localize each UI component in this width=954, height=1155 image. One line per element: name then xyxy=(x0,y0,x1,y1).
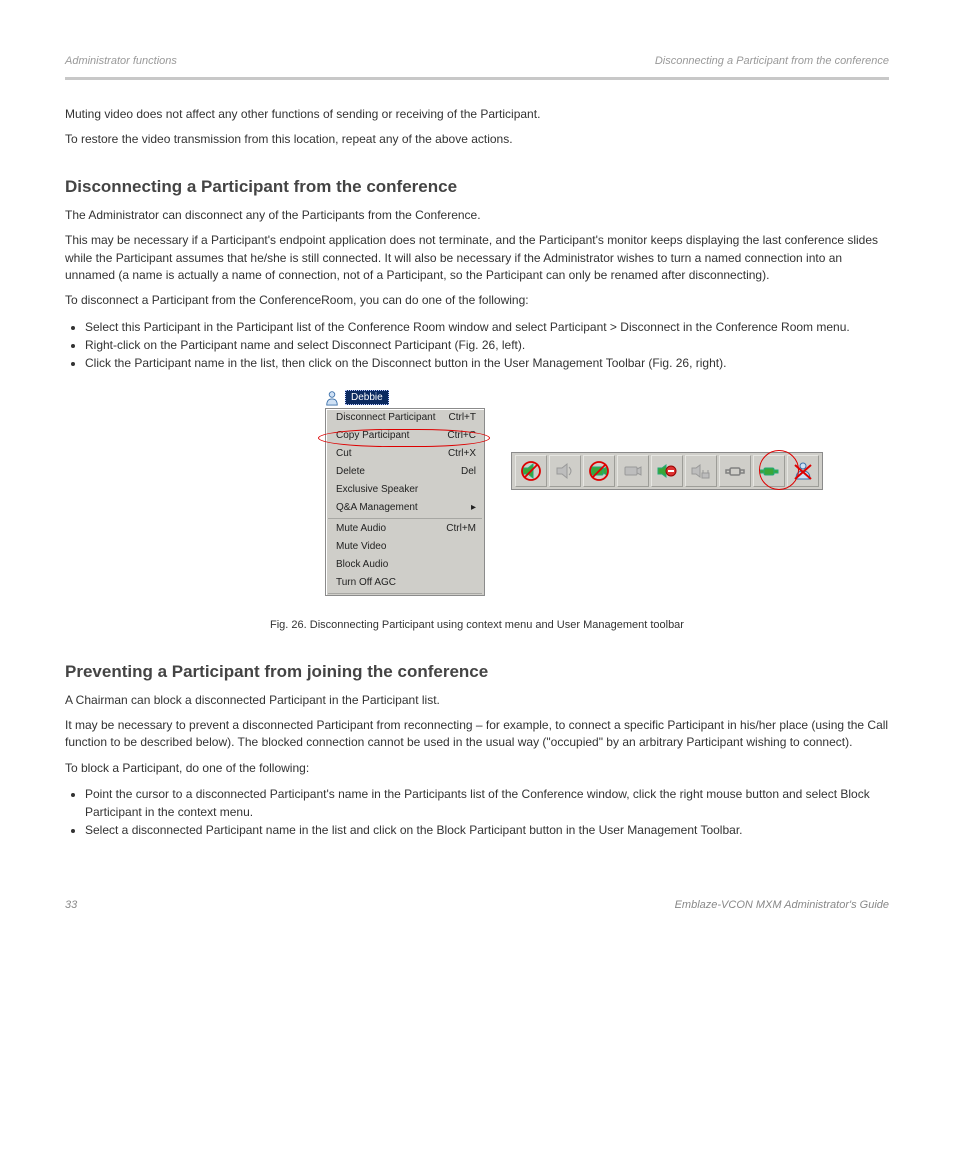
menu-item-mute-audio[interactable]: Mute Audio Ctrl+M xyxy=(326,520,484,538)
page-header: Administrator functions Disconnecting a … xyxy=(65,55,889,67)
menu-separator xyxy=(328,593,482,594)
camera-off-icon xyxy=(622,460,644,482)
block-participant-button[interactable] xyxy=(787,455,819,487)
camera-off-button[interactable] xyxy=(617,455,649,487)
page-footer: 33 Emblaze-VCON MXM Administrator's Guid… xyxy=(65,899,889,911)
body-paragraph: It may be necessary to prevent a disconn… xyxy=(65,717,889,752)
menu-item-disconnect[interactable]: Disconnect Participant Ctrl+T xyxy=(326,409,484,427)
section-heading-block: Preventing a Participant from joining th… xyxy=(65,662,889,682)
action-intro: To disconnect a Participant from the Con… xyxy=(65,292,889,309)
list-item: Select this Participant in the Participa… xyxy=(85,318,889,336)
body-paragraph: A Chairman can block a disconnected Part… xyxy=(65,692,889,709)
figure-caption: Fig. 26. Disconnecting Participant using… xyxy=(65,618,889,634)
mute-audio-icon xyxy=(520,460,542,482)
camera-control-icon xyxy=(724,460,746,482)
context-menu[interactable]: Disconnect Participant Ctrl+T Copy Parti… xyxy=(325,408,485,596)
menu-item-cut[interactable]: Cut Ctrl+X xyxy=(326,445,484,463)
speaker-off-icon xyxy=(554,460,576,482)
user-management-toolbar xyxy=(511,452,823,490)
list-item: Click the Participant name in the list, … xyxy=(85,354,889,372)
menu-item-label: Disconnect Participant xyxy=(336,411,436,425)
footer-page-number: 33 xyxy=(65,899,77,911)
menu-item-qa-management[interactable]: Q&A Management ▸ xyxy=(326,499,484,517)
list-item: Point the cursor to a disconnected Parti… xyxy=(85,785,889,821)
footer-right: Emblaze-VCON MXM Administrator's Guide xyxy=(675,899,889,911)
header-left: Administrator functions xyxy=(65,55,177,67)
agc-icon xyxy=(690,460,712,482)
list-item: Right-click on the Participant name and … xyxy=(85,336,889,354)
participant-name-chip[interactable]: Debbie xyxy=(345,390,389,405)
submenu-arrow-icon: ▸ xyxy=(471,501,476,515)
camera-control-button[interactable] xyxy=(719,455,751,487)
speaker-off-button[interactable] xyxy=(549,455,581,487)
person-icon xyxy=(325,390,339,406)
block-audio-button[interactable] xyxy=(651,455,683,487)
block-audio-icon xyxy=(656,460,678,482)
menu-separator xyxy=(328,518,482,519)
agc-button[interactable] xyxy=(685,455,717,487)
figure-26: Debbie Disconnect Participant Ctrl+T Cop… xyxy=(65,390,889,596)
mute-video-button[interactable] xyxy=(583,455,615,487)
menu-item-mute-video[interactable]: Mute Video xyxy=(326,538,484,556)
menu-item-shortcut: Ctrl+T xyxy=(449,411,477,425)
context-menu-mock: Debbie Disconnect Participant Ctrl+T Cop… xyxy=(325,390,485,596)
block-participant-icon xyxy=(792,460,814,482)
disconnect-button[interactable] xyxy=(753,455,785,487)
action-intro: To block a Participant, do one of the fo… xyxy=(65,760,889,777)
list-item: Select a disconnected Participant name i… xyxy=(85,821,889,839)
mute-video-icon xyxy=(588,460,610,482)
body-paragraph: The Administrator can disconnect any of … xyxy=(65,207,889,224)
intro-paragraph: Muting video does not affect any other f… xyxy=(65,106,889,123)
menu-item-copy[interactable]: Copy Participant Ctrl+C xyxy=(326,427,484,445)
section-heading-disconnect: Disconnecting a Participant from the con… xyxy=(65,177,889,197)
intro-paragraph: To restore the video transmission from t… xyxy=(65,131,889,148)
header-divider xyxy=(65,77,889,80)
mute-audio-button[interactable] xyxy=(515,455,547,487)
header-right: Disconnecting a Participant from the con… xyxy=(655,55,889,67)
disconnect-icon xyxy=(758,460,780,482)
menu-item-turn-off-agc[interactable]: Turn Off AGC xyxy=(326,574,484,592)
menu-item-exclusive-speaker[interactable]: Exclusive Speaker xyxy=(326,481,484,499)
menu-item-block-audio[interactable]: Block Audio xyxy=(326,556,484,574)
body-paragraph: This may be necessary if a Participant's… xyxy=(65,232,889,284)
menu-item-delete[interactable]: Delete Del xyxy=(326,463,484,481)
